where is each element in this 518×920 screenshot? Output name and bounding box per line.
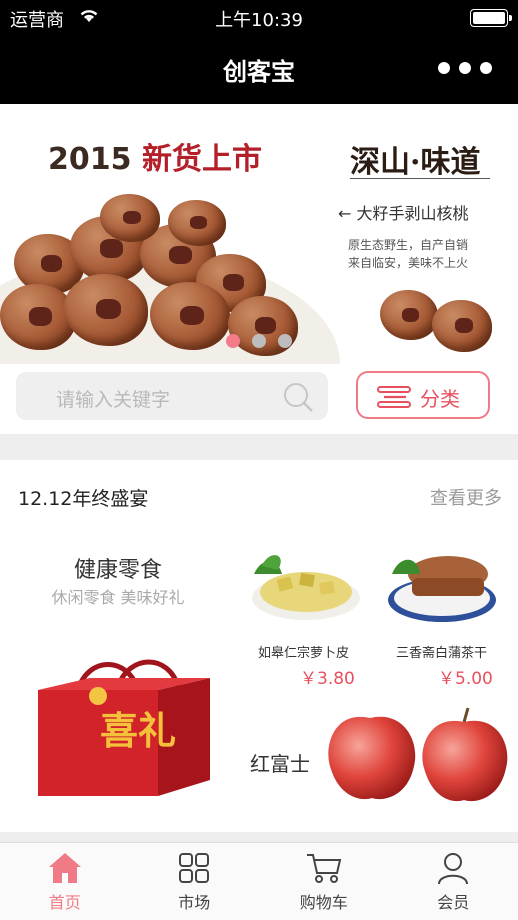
- nav-bar: 创客宝: [0, 36, 518, 104]
- product-image[interactable]: [248, 548, 362, 624]
- walnut-image: [168, 200, 226, 246]
- tab-member[interactable]: 会员: [389, 843, 518, 920]
- cart-icon: [305, 851, 343, 889]
- product-name: 三香斋白蒲茶干: [396, 646, 488, 661]
- carousel-dot[interactable]: [226, 334, 240, 348]
- tab-bar: 首页 市场 购物车 会员: [0, 842, 518, 920]
- search-input[interactable]: 请输入关键字: [16, 372, 328, 420]
- tab-label: 市场: [178, 893, 211, 912]
- carousel-dot[interactable]: [252, 334, 266, 348]
- search-row: 请输入关键字 分类: [0, 364, 518, 434]
- tab-label: 购物车: [299, 893, 348, 912]
- tab-label: 首页: [48, 893, 81, 912]
- home-icon: [47, 851, 83, 889]
- carousel-dot[interactable]: [278, 334, 292, 348]
- gift-box-image[interactable]: 喜礼: [38, 656, 210, 796]
- category-button[interactable]: 分类: [356, 371, 490, 419]
- walnut-image: [64, 274, 148, 346]
- product-name: 如皋仁宗萝卜皮: [258, 646, 350, 661]
- featured-subtitle: 休闲零食 美味好礼: [51, 588, 185, 607]
- banner-headline: 2015 新货上市: [48, 134, 262, 178]
- tab-market[interactable]: 市场: [130, 843, 260, 920]
- banner-year: 2015: [48, 142, 132, 177]
- divider: [350, 178, 490, 179]
- product-price: ￥3.80: [300, 669, 355, 689]
- status-bar: 运营商 上午10:39: [0, 0, 518, 36]
- section-title: 12.12年终盛宴: [18, 488, 149, 510]
- walnut-image: [380, 290, 438, 340]
- tab-label: 会员: [437, 893, 470, 912]
- banner-brand: 深山·味道: [350, 145, 481, 180]
- view-more-link[interactable]: 查看更多: [430, 484, 502, 510]
- more-icon[interactable]: [438, 62, 492, 74]
- grid-icon: [177, 851, 211, 889]
- search-placeholder: 请输入关键字: [56, 389, 171, 411]
- section-divider: [0, 434, 518, 460]
- search-icon[interactable]: [282, 381, 314, 417]
- banner-tagline: ← 大籽手剥山核桃: [338, 204, 469, 223]
- promo-banner[interactable]: 2015 新货上市 深山·味道 ← 大籽手剥山核桃 原生态野生，自产自销 来自临…: [0, 104, 518, 364]
- walnut-image: [100, 194, 160, 242]
- promo-section: 12.12年终盛宴 查看更多 健康零食 休闲零食 美味好礼 喜礼 如皋仁宗萝卜皮…: [0, 460, 518, 832]
- carousel-indicator[interactable]: [226, 334, 292, 348]
- banner-description: 原生态野生，自产自销: [348, 238, 469, 252]
- banner-description: 来自临安，美味不上火: [348, 256, 469, 270]
- category-icon: [376, 385, 412, 413]
- product-price: ￥5.00: [438, 669, 493, 689]
- tab-home[interactable]: 首页: [0, 843, 130, 920]
- walnut-image: [432, 300, 492, 352]
- featured-title[interactable]: 健康零食: [0, 552, 236, 584]
- clock: 上午10:39: [215, 10, 303, 31]
- walnut-image: [150, 282, 230, 350]
- banner-headline-text: 新货上市: [141, 142, 262, 177]
- category-label: 分类: [420, 387, 460, 411]
- apple-image[interactable]: [324, 706, 510, 806]
- user-icon: [436, 851, 470, 889]
- tab-cart[interactable]: 购物车: [259, 843, 389, 920]
- apple-label[interactable]: 红富士: [250, 748, 310, 777]
- gift-box-text: 喜礼: [100, 708, 176, 753]
- section-divider: [0, 832, 518, 842]
- battery-icon: [470, 9, 512, 27]
- product-image[interactable]: [386, 544, 500, 624]
